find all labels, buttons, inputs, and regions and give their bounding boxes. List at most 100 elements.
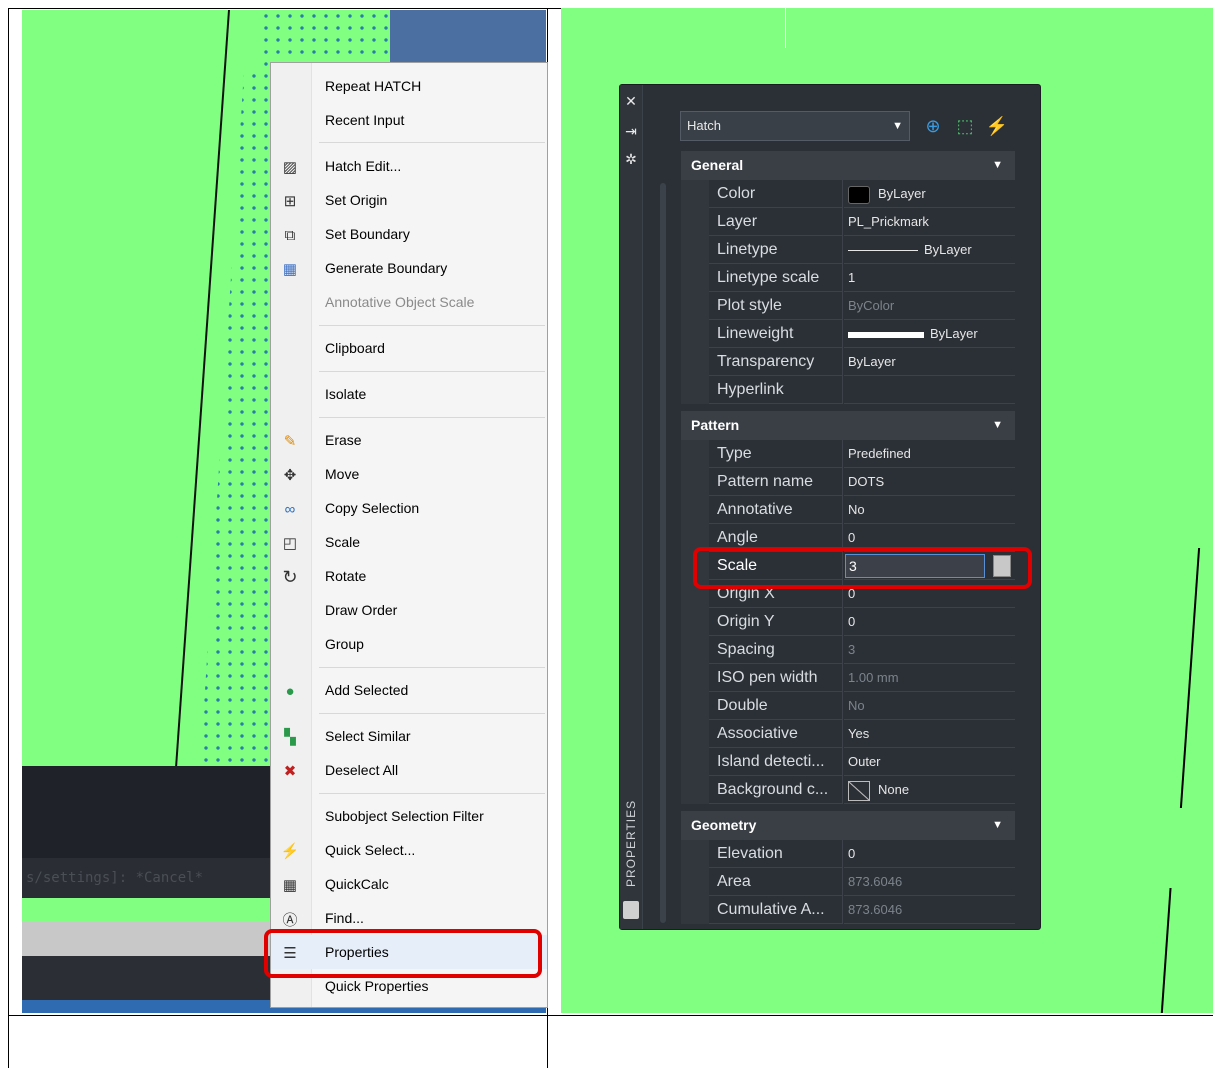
add-selected-icon: ● xyxy=(285,682,295,700)
menu-item-copy-selection[interactable]: ∞ Copy Selection xyxy=(271,491,547,525)
property-value: 873.6046 xyxy=(844,868,1015,896)
menu-item-group[interactable]: Group xyxy=(271,627,547,661)
property-row-elevation[interactable]: Elevation 0 xyxy=(681,840,1015,868)
menu-item-recent-input[interactable]: Recent Input xyxy=(271,103,547,137)
menu-separator xyxy=(319,667,545,668)
property-row-color[interactable]: Color ByLayer xyxy=(681,180,1015,208)
object-type-dropdown[interactable]: Hatch ▼ xyxy=(680,111,910,141)
menu-item-set-boundary[interactable]: ⧉ Set Boundary xyxy=(271,217,547,251)
property-value[interactable]: DOTS xyxy=(844,468,1015,496)
menu-item-subobject-selection-filter[interactable]: Subobject Selection Filter xyxy=(271,799,547,833)
property-value-text: None xyxy=(878,782,910,797)
settings-icon[interactable]: ✲ xyxy=(623,151,639,167)
property-value[interactable]: ByLayer xyxy=(844,236,1015,264)
toggle-pickadd-icon[interactable]: ⊕ xyxy=(920,113,946,139)
property-key: Elevation xyxy=(709,840,843,868)
menu-item-quick-select[interactable]: ⚡ Quick Select... xyxy=(271,833,547,867)
drawing-area-right[interactable]: ✕ ⇥ ✲ PROPERTIES Hatch ▼ ⊕ ⬚ ⚡ General ▼ … xyxy=(561,8,1213,1013)
property-value[interactable]: 1 xyxy=(844,264,1015,292)
menu-item-label: Set Boundary xyxy=(325,226,410,242)
generate-boundary-icon: ▦ xyxy=(282,261,298,278)
color-swatch xyxy=(848,185,870,204)
menu-item-clipboard[interactable]: Clipboard xyxy=(271,331,547,365)
menu-item-select-similar[interactable]: ▚ Select Similar xyxy=(271,719,547,753)
property-value[interactable]: ByLayer xyxy=(844,348,1015,376)
menu-item-draw-order[interactable]: Draw Order xyxy=(271,593,547,627)
menu-item-label: Set Origin xyxy=(325,192,388,208)
row-indent xyxy=(681,636,709,664)
drawing-line xyxy=(1160,888,1172,1013)
property-row-area[interactable]: Area 873.6046 xyxy=(681,868,1015,896)
property-row-plot-style[interactable]: Plot style ByColor xyxy=(681,292,1015,320)
property-value[interactable]: None xyxy=(844,776,1015,804)
quick-select-icon[interactable]: ⚡ xyxy=(984,113,1010,139)
property-value[interactable]: Outer xyxy=(844,748,1015,776)
property-row-background-color[interactable]: Background c... None xyxy=(681,776,1015,804)
property-value[interactable]: ByLayer xyxy=(844,180,1015,208)
property-row-transparency[interactable]: Transparency ByLayer xyxy=(681,348,1015,376)
menu-item-move[interactable]: ✥ Move xyxy=(271,457,547,491)
property-row-cumulative-area[interactable]: Cumulative A... 873.6046 xyxy=(681,896,1015,924)
menu-item-deselect-all[interactable]: ✖ Deselect All xyxy=(271,753,547,787)
palette-scrollbar[interactable] xyxy=(660,183,666,923)
property-value[interactable]: No xyxy=(844,496,1015,524)
property-value[interactable]: 0 xyxy=(844,840,1015,868)
menu-separator xyxy=(319,713,545,714)
property-row-double[interactable]: Double No xyxy=(681,692,1015,720)
property-value[interactable]: 0 xyxy=(844,608,1015,636)
close-icon[interactable]: ✕ xyxy=(623,93,639,109)
menu-item-isolate[interactable]: Isolate xyxy=(271,377,547,411)
property-row-linetype[interactable]: Linetype ByLayer xyxy=(681,236,1015,264)
menu-item-scale[interactable]: ◰ Scale xyxy=(271,525,547,559)
property-value[interactable]: Yes xyxy=(844,720,1015,748)
palette-title: PROPERTIES xyxy=(624,799,638,887)
menu-item-annotative-object-scale[interactable]: Annotative Object Scale xyxy=(271,285,547,319)
property-row-lineweight[interactable]: Lineweight ByLayer xyxy=(681,320,1015,348)
row-indent xyxy=(681,376,709,404)
row-indent xyxy=(681,840,709,868)
menu-item-set-origin[interactable]: ⊞ Set Origin xyxy=(271,183,547,217)
autohide-icon[interactable]: ⇥ xyxy=(623,123,639,139)
property-row-island-detection[interactable]: Island detecti... Outer xyxy=(681,748,1015,776)
property-row-origin-y[interactable]: Origin Y0 xyxy=(681,608,1015,636)
property-key: Linetype xyxy=(709,236,843,264)
menu-item-quickcalc[interactable]: ▦ QuickCalc xyxy=(271,867,547,901)
property-row-iso-pen-width[interactable]: ISO pen width 1.00 mm xyxy=(681,664,1015,692)
property-row-hyperlink[interactable]: Hyperlink xyxy=(681,376,1015,404)
hatch-region-top[interactable] xyxy=(260,10,390,70)
section-pattern[interactable]: Pattern ▼ xyxy=(681,411,1015,440)
menu-item-hatch-edit[interactable]: ▨ Hatch Edit... xyxy=(271,149,547,183)
menu-item-label: Rotate xyxy=(325,568,367,584)
menu-item-erase[interactable]: ✎ Erase xyxy=(271,423,547,457)
property-value[interactable]: Predefined xyxy=(844,440,1015,468)
highlight-box-scale xyxy=(693,547,1032,589)
frame-row-divider xyxy=(8,1015,1213,1016)
section-geometry[interactable]: Geometry ▼ xyxy=(681,811,1015,840)
property-row-annotative[interactable]: Annotative No xyxy=(681,496,1015,524)
property-row-layer[interactable]: Layer PL_Prickmark xyxy=(681,208,1015,236)
property-value[interactable] xyxy=(844,376,1015,404)
property-value: No xyxy=(844,692,1015,720)
hatch-region[interactable] xyxy=(200,70,280,770)
menu-item-generate-boundary[interactable]: ▦ Generate Boundary xyxy=(271,251,547,285)
property-row-type[interactable]: Type Predefined xyxy=(681,440,1015,468)
property-value[interactable]: ByLayer xyxy=(844,320,1015,348)
row-indent xyxy=(681,264,709,292)
property-value[interactable]: PL_Prickmark xyxy=(844,208,1015,236)
select-objects-icon[interactable]: ⬚ xyxy=(952,113,978,139)
menu-item-add-selected[interactable]: ● Add Selected xyxy=(271,673,547,707)
menu-item-label: Clipboard xyxy=(325,340,385,356)
properties-palette: ✕ ⇥ ✲ PROPERTIES Hatch ▼ ⊕ ⬚ ⚡ General ▼ … xyxy=(619,84,1041,930)
property-row-linetype-scale[interactable]: Linetype scale 1 xyxy=(681,264,1015,292)
lineweight-preview xyxy=(848,331,924,338)
menu-separator xyxy=(319,325,545,326)
property-row-pattern-name[interactable]: Pattern name DOTS xyxy=(681,468,1015,496)
property-row-associative[interactable]: Associative Yes xyxy=(681,720,1015,748)
property-row-spacing[interactable]: Spacing 3 xyxy=(681,636,1015,664)
menu-item-repeat-hatch[interactable]: Repeat HATCH xyxy=(271,69,547,103)
section-general[interactable]: General ▼ xyxy=(681,151,1015,180)
copy-selection-icon: ∞ xyxy=(284,500,296,518)
row-indent xyxy=(681,896,709,924)
menu-item-rotate[interactable]: ↻ Rotate xyxy=(271,559,547,593)
property-value: 873.6046 xyxy=(844,896,1015,924)
